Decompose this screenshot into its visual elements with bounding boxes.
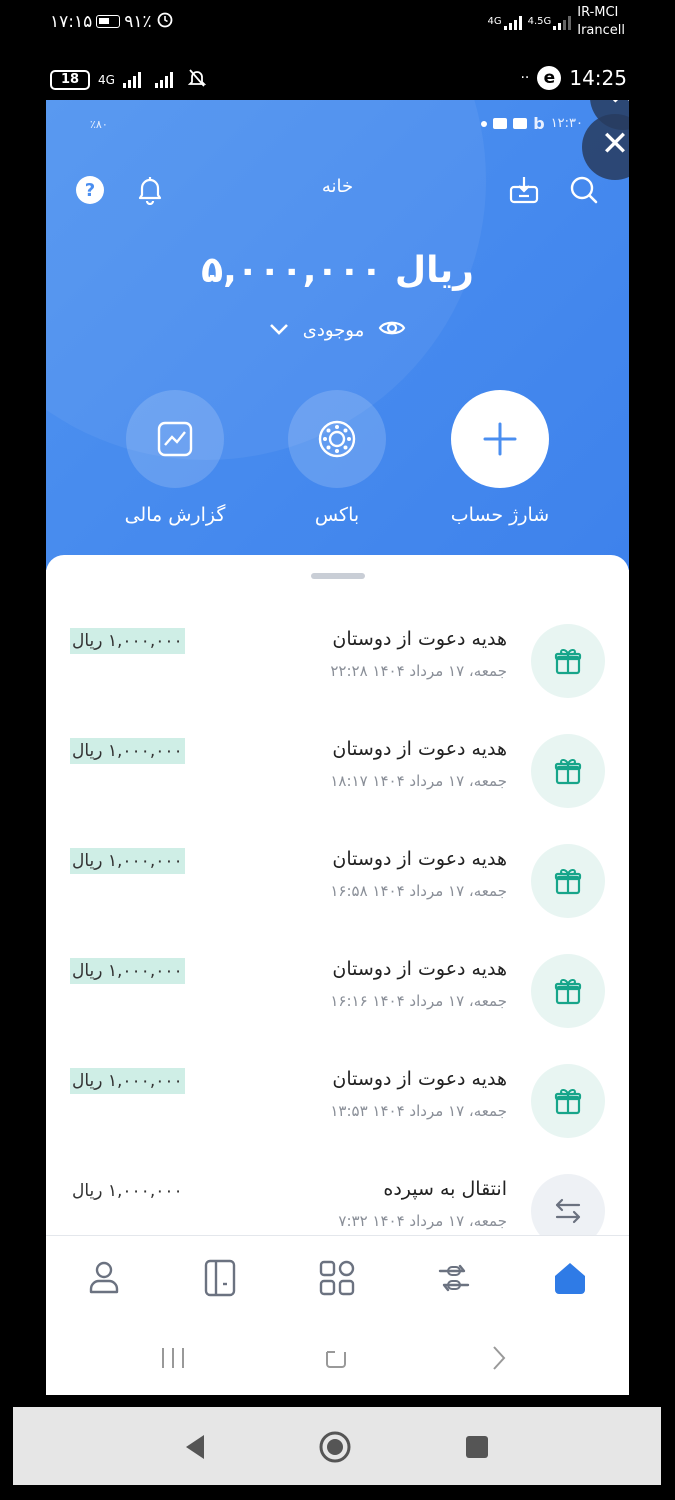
transaction-title: هدیه دعوت از دوستان [332, 848, 507, 870]
transaction-date: جمعه، ۱۷ مرداد ۱۴۰۴ ۱۶:۱۶ [330, 992, 507, 1010]
transaction-row[interactable]: هدیه دعوت از دوستان جمعه، ۱۷ مرداد ۱۴۰۴ … [46, 930, 629, 1040]
sheet-drag-handle[interactable] [311, 573, 365, 579]
box-icon[interactable] [288, 390, 386, 488]
transaction-date: جمعه، ۱۷ مرداد ۱۴۰۴ ۱۶:۵۸ [330, 882, 507, 900]
balance-amount: ۵,۰۰۰,۰۰۰ ریال [201, 250, 474, 291]
box-button[interactable]: باکس [262, 390, 412, 526]
dot-icon [481, 120, 488, 127]
chevron-right-icon[interactable] [478, 1343, 518, 1373]
inner-time: ۱۲:۳۰ [550, 116, 583, 131]
battery-icon [96, 15, 121, 28]
inner-status-left: ٪۸۰ [90, 118, 108, 131]
outer-battery-level: ۹۱٪ [124, 11, 152, 32]
outer-status-left: ۱۷:۱۵ ۹۱٪ [50, 10, 174, 33]
secondary-status-bar: 18 4G ·· e 14:25 [0, 62, 675, 98]
inner-system-navigation [46, 1325, 629, 1395]
network-type-2: 4.5G [527, 16, 552, 27]
signal-icon [154, 71, 173, 88]
financial-report-label: گزارش مالی [124, 504, 226, 526]
chart-icon[interactable] [126, 390, 224, 488]
mute-icon [187, 68, 207, 91]
financial-report-button[interactable]: گزارش مالی [100, 390, 250, 526]
transaction-title: هدیه دعوت از دوستان [332, 958, 507, 980]
secondary-status-left: 18 4G [50, 68, 207, 91]
home-icon[interactable] [548, 1256, 592, 1300]
gallery-icon [513, 118, 528, 129]
search-icon[interactable] [566, 172, 602, 208]
inner-status-bar: ٪۸۰ b ۱۲:۳۰ [46, 114, 629, 138]
dots-indicator: ·· [520, 70, 530, 86]
app-window: ٪۸۰ b ۱۲:۳۰ ? خانه ۵,۰۰۰,۰۰۰ ریال موجودی… [46, 100, 629, 1395]
transaction-title: هدیه دعوت از دوستان [332, 1068, 507, 1090]
carrier-2: Irancell [577, 23, 625, 38]
back-icon[interactable] [175, 1427, 215, 1467]
signal-icon [553, 14, 572, 30]
signal-icon [122, 71, 141, 88]
transaction-amount: ۱,۰۰۰,۰۰۰ ریال [70, 628, 185, 654]
balance-header-panel: ٪۸۰ b ۱۲:۳۰ ? خانه ۵,۰۰۰,۰۰۰ ریال موجودی… [46, 100, 629, 570]
transaction-amount: ۱,۰۰۰,۰۰۰ ریال [70, 1068, 185, 1094]
gift-icon [531, 1064, 605, 1138]
transaction-title: هدیه دعوت از دوستان [332, 738, 507, 760]
signal-icon [503, 14, 522, 30]
outer-system-navigation [13, 1407, 661, 1485]
cards-icon[interactable] [198, 1256, 242, 1300]
youtube-icon [493, 118, 508, 129]
transaction-row[interactable]: انتقال به سپرده جمعه، ۱۷ مرداد ۱۴۰۴ ۷:۳۲… [46, 1150, 629, 1235]
transaction-amount: ۱,۰۰۰,۰۰۰ ریال [70, 848, 185, 874]
services-grid-icon[interactable] [315, 1256, 359, 1300]
transaction-row[interactable]: هدیه دعوت از دوستان جمعه، ۱۷ مرداد ۱۴۰۴ … [46, 1040, 629, 1150]
eye-icon[interactable] [378, 318, 406, 343]
bottom-navigation [46, 1235, 629, 1325]
gift-icon [531, 844, 605, 918]
inner-status-right: b ۱۲:۳۰ [481, 114, 583, 133]
balance-toggle[interactable]: موجودی [46, 318, 629, 343]
transaction-row[interactable]: هدیه دعوت از دوستان جمعه، ۱۷ مرداد ۱۴۰۴ … [46, 820, 629, 930]
outer-status-right: 4G 4.5G IR-MCI Irancell [487, 4, 625, 40]
battery-icon: 18 [50, 69, 90, 90]
transfer-icon [531, 1174, 605, 1235]
plus-icon[interactable] [451, 390, 549, 488]
secondary-time: 14:25 [569, 66, 627, 90]
transactions-sheet[interactable]: هدیه دعوت از دوستان جمعه، ۱۷ مرداد ۱۴۰۴ … [46, 555, 629, 1235]
home-circle-icon[interactable] [315, 1427, 355, 1467]
browser-e-icon: e [537, 66, 562, 90]
transaction-date: جمعه، ۱۷ مرداد ۱۴۰۴ ۲۲:۲۸ [330, 662, 507, 680]
carrier-1: IR-MCI [577, 5, 619, 20]
transaction-row[interactable]: هدیه دعوت از دوستان جمعه، ۱۷ مرداد ۱۴۰۴ … [46, 600, 629, 710]
outer-status-bar: ۱۷:۱۵ ۹۱٪ 4G 4.5G IR-MCI Irancell [0, 0, 675, 48]
balance-label: موجودی [302, 320, 365, 341]
network-type-1: 4G [487, 16, 502, 27]
network-type: 4G [98, 72, 115, 87]
alarm-icon [156, 10, 174, 33]
transaction-amount: ۱,۰۰۰,۰۰۰ ریال [70, 738, 185, 764]
transaction-date: جمعه، ۱۷ مرداد ۱۴۰۴ ۱۳:۵۳ [330, 1102, 507, 1120]
transaction-amount: ۱,۰۰۰,۰۰۰ ریال [70, 958, 185, 984]
gift-icon [531, 624, 605, 698]
box-label: باکس [314, 504, 360, 526]
recent-apps-icon[interactable] [153, 1343, 193, 1373]
outer-time: ۱۷:۱۵ [50, 11, 93, 32]
secondary-status-right: ·· e 14:25 [520, 66, 627, 90]
transfer-icon[interactable] [432, 1256, 476, 1300]
profile-icon[interactable] [82, 1256, 126, 1300]
transaction-date: جمعه، ۱۷ مرداد ۱۴۰۴ ۱۸:۱۷ [330, 772, 507, 790]
overview-square-icon[interactable] [457, 1427, 497, 1467]
transaction-title: انتقال به سپرده [383, 1178, 507, 1200]
chevron-down-icon[interactable] [269, 320, 289, 341]
b-icon: b [533, 114, 545, 133]
charge-account-button[interactable]: شارژ حساب [425, 390, 575, 526]
transaction-date: جمعه، ۱۷ مرداد ۱۴۰۴ ۷:۳۲ [338, 1212, 507, 1230]
transaction-row[interactable]: هدیه دعوت از دوستان جمعه، ۱۷ مرداد ۱۴۰۴ … [46, 710, 629, 820]
gift-icon [531, 954, 605, 1028]
gift-icon [531, 734, 605, 808]
home-button-icon[interactable] [316, 1343, 356, 1373]
transaction-amount: ۱,۰۰۰,۰۰۰ ریال [72, 1181, 183, 1201]
download-box-icon[interactable] [506, 172, 542, 208]
charge-account-label: شارژ حساب [450, 504, 550, 526]
transaction-title: هدیه دعوت از دوستان [332, 628, 507, 650]
